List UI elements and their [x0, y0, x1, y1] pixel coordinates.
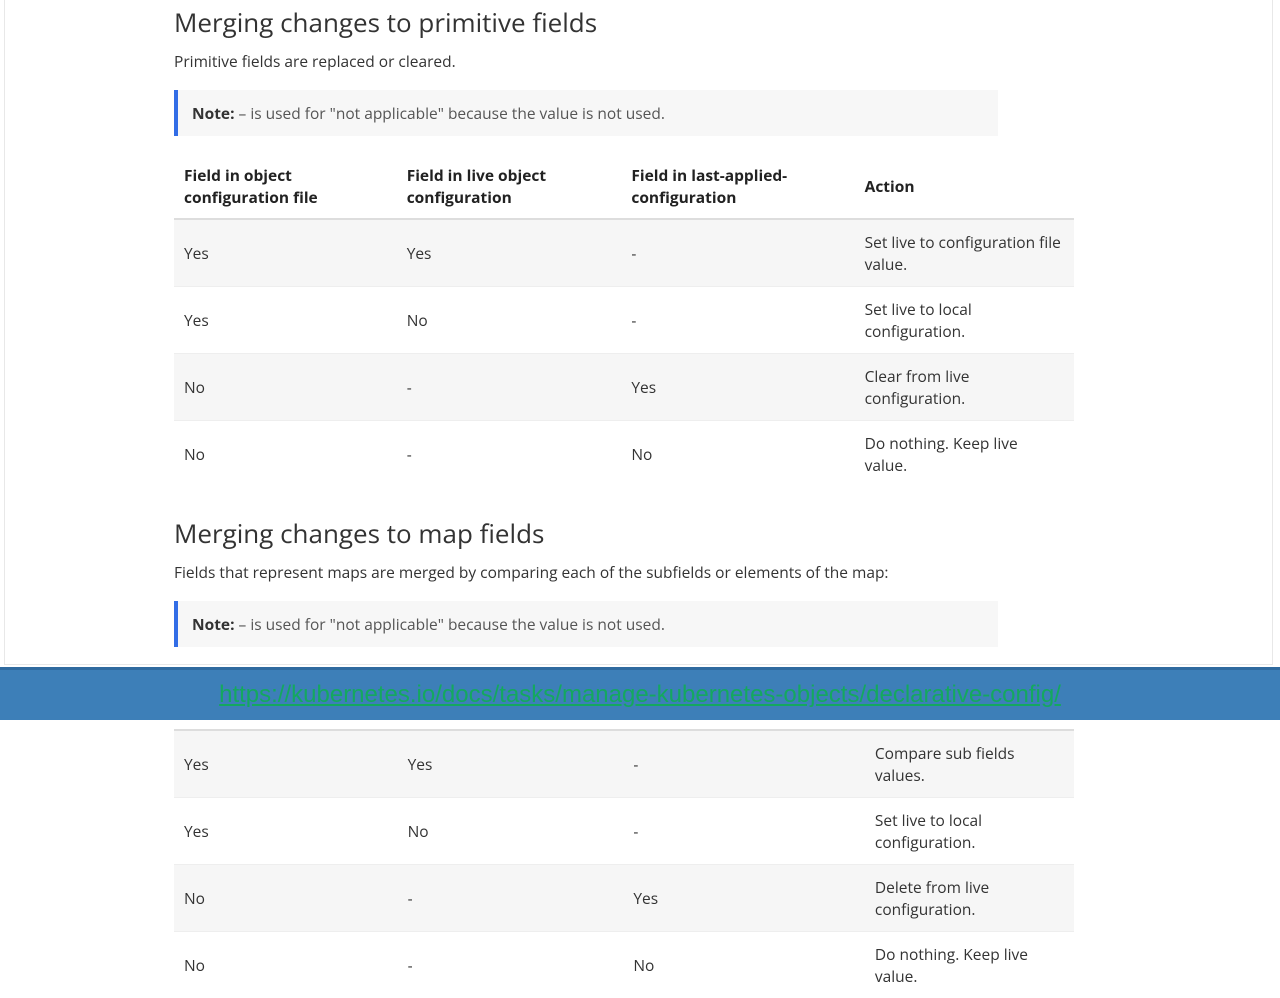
cell: No [623, 932, 865, 998]
table-row: Yes Yes - Set live to configuration file… [174, 219, 1074, 287]
cell: - [397, 421, 622, 488]
cell: Compare sub fields values. [865, 730, 1074, 798]
cell: No [398, 798, 624, 865]
section-primitive-fields: Merging changes to primitive fields Prim… [174, 4, 1074, 487]
cell: - [623, 798, 865, 865]
cell: No [174, 932, 398, 998]
cell: Do nothing. Keep live value. [855, 421, 1074, 488]
source-link[interactable]: https://kubernetes.io/docs/tasks/manage-… [219, 681, 1061, 709]
cell: - [398, 865, 624, 932]
note-callout: Note: – is used for "not applicable" bec… [174, 90, 998, 136]
cell: Do nothing. Keep live value. [865, 932, 1074, 998]
table-row: No - Yes Clear from live configuration. [174, 354, 1074, 421]
section-map-fields: Merging changes to map fields Fields tha… [174, 515, 1074, 998]
cell: Set live to local configuration. [855, 287, 1074, 354]
cell: Yes [174, 287, 397, 354]
table-row: No - No Do nothing. Keep live value. [174, 932, 1074, 998]
cell: Yes [398, 730, 624, 798]
table-row: Yes Yes - Compare sub fields values. [174, 730, 1074, 798]
content-area: Merging changes to primitive fields Prim… [174, 0, 1074, 998]
section-heading: Merging changes to map fields [174, 515, 1074, 551]
section-lead: Primitive fields are replaced or cleared… [174, 50, 1074, 72]
cell: - [398, 932, 624, 998]
cell: Yes [397, 219, 622, 287]
note-label: Note: [192, 102, 235, 124]
table-row: Yes No - Set live to local configuration… [174, 798, 1074, 865]
cell: No [397, 287, 622, 354]
cell: Set live to local configuration. [865, 798, 1074, 865]
cell: Yes [174, 730, 398, 798]
cell: No [621, 421, 854, 488]
cell: Yes [174, 219, 397, 287]
note-label: Note: [192, 613, 235, 635]
cell: Clear from live configuration. [855, 354, 1074, 421]
cell: No [174, 354, 397, 421]
col-header: Field in last-applied-configuration [621, 154, 854, 219]
cell: No [174, 421, 397, 488]
note-callout: Note: – is used for "not applicable" bec… [174, 601, 998, 647]
cell: Yes [174, 798, 398, 865]
cell: Yes [621, 354, 854, 421]
cell: No [174, 865, 398, 932]
table-row: No - Yes Delete from live configuration. [174, 865, 1074, 932]
section-heading: Merging changes to primitive fields [174, 4, 1074, 40]
note-text: – is used for "not applicable" because t… [235, 613, 665, 635]
table-row: Yes No - Set live to local configuration… [174, 287, 1074, 354]
note-text: – is used for "not applicable" because t… [235, 102, 665, 124]
table-header-row: Field in object configuration file Field… [174, 154, 1074, 219]
col-header: Field in live object configuration [397, 154, 622, 219]
cell: - [621, 219, 854, 287]
document-page: Merging changes to primitive fields Prim… [4, 0, 1273, 665]
col-header: Action [855, 154, 1074, 219]
cell: - [397, 354, 622, 421]
cell: Delete from live configuration. [865, 865, 1074, 932]
cell: Set live to configuration file value. [855, 219, 1074, 287]
col-header: Field in object configuration file [174, 154, 397, 219]
section-lead: Fields that represent maps are merged by… [174, 561, 1074, 583]
footer-bar: https://kubernetes.io/docs/tasks/manage-… [0, 667, 1280, 720]
cell: - [623, 730, 865, 798]
cell: Yes [623, 865, 865, 932]
table-row: No - No Do nothing. Keep live value. [174, 421, 1074, 488]
cell: - [621, 287, 854, 354]
primitive-merge-table: Field in object configuration file Field… [174, 154, 1074, 487]
